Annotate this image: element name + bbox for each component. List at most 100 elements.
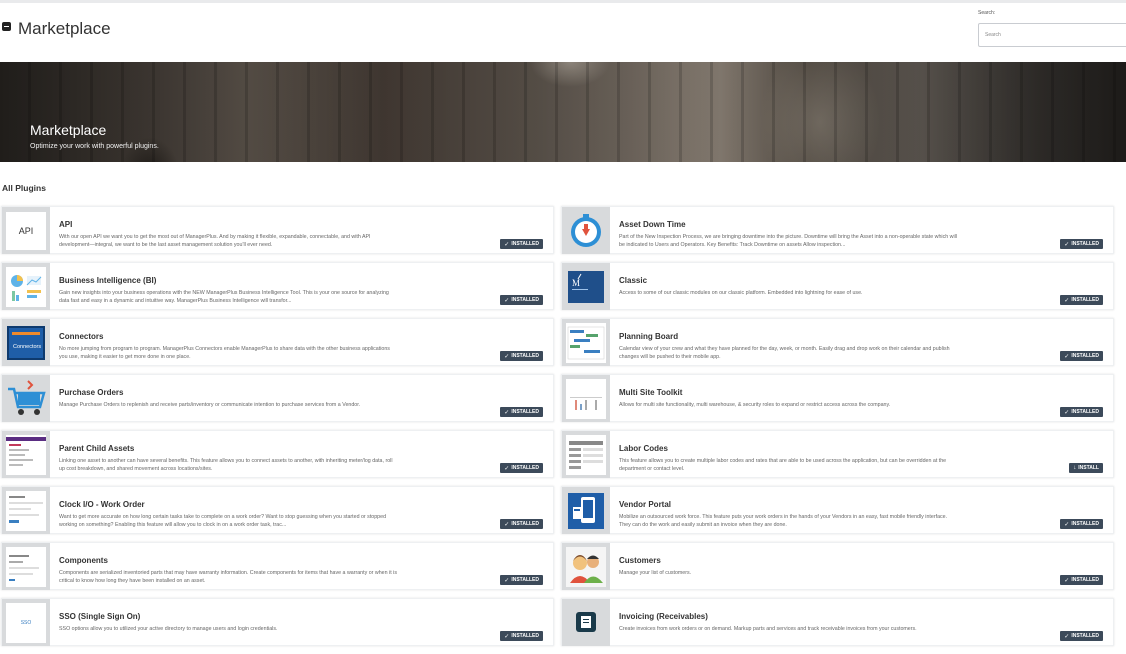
invoice-icon (562, 599, 610, 646)
status-label: INSTALLED (511, 521, 539, 527)
plugin-description: Calendar view of your crew and what they… (619, 346, 950, 360)
status-label: INSTALLED (1071, 577, 1099, 583)
plugin-card[interactable]: Asset Down Time Part of the New Inspectio… (561, 206, 1114, 254)
plugin-description: With our open API we want you to get the… (59, 234, 371, 248)
status-label: INSTALLED (1071, 409, 1099, 415)
installed-badge: ✓ INSTALLED (1060, 351, 1103, 361)
plugin-description: No more jumping from program to program.… (59, 346, 390, 360)
status-label: INSTALLED (1071, 297, 1099, 303)
plugin-name[interactable]: Connectors (59, 332, 103, 341)
status-label: INSTALLED (1071, 353, 1099, 359)
search-input[interactable] (978, 23, 1126, 47)
check-icon: ✓ (504, 241, 510, 248)
check-icon: ✓ (1064, 521, 1070, 528)
multi-site-icon (562, 375, 610, 422)
plugin-card[interactable]: Vendor Portal Mobilize an outsourced work… (561, 486, 1114, 534)
plugin-card[interactable]: Planning Board Calendar view of your crew… (561, 318, 1114, 366)
plugin-description: Allows for multi site functionality, mul… (619, 402, 891, 408)
plugin-name[interactable]: Planning Board (619, 332, 678, 341)
plugin-name[interactable]: Clock I/O - Work Order (59, 500, 145, 509)
check-icon: ✓ (504, 577, 510, 584)
check-icon: ✓ (504, 521, 510, 528)
install-button[interactable]: ↓ INSTALL (1069, 463, 1103, 473)
installed-badge: ✓ INSTALLED (500, 239, 543, 249)
svg-text:M: M (572, 278, 580, 288)
plugin-name[interactable]: Classic (619, 276, 647, 285)
plugin-card[interactable]: Customers Manage your list of customers. ✓… (561, 542, 1114, 590)
classic-logo-icon: M (562, 263, 610, 310)
customers-icon (562, 543, 610, 590)
plugin-name[interactable]: SSO (Single Sign On) (59, 612, 140, 621)
check-icon: ✓ (504, 297, 510, 304)
shopping-cart-icon (2, 375, 50, 422)
plugin-card[interactable]: API API With our open API we want you to g… (1, 206, 554, 254)
plugin-card[interactable]: SSO SSO (Single Sign On) SSO options allow… (1, 598, 554, 646)
components-icon (2, 543, 50, 590)
plugin-description: Components are serialized inventoried pa… (59, 570, 397, 584)
plugin-name[interactable]: Invoicing (Receivables) (619, 612, 708, 621)
plugin-description: Access to some of our classic modules on… (619, 290, 863, 296)
plugin-name[interactable]: API (59, 220, 72, 229)
plugin-name[interactable]: Asset Down Time (619, 220, 686, 229)
plugin-description: SSO options allow you to utilized your a… (59, 626, 278, 632)
status-label: INSTALLED (511, 241, 539, 247)
installed-badge: ✓ INSTALLED (500, 407, 543, 417)
check-icon: ✓ (1064, 633, 1070, 640)
plugin-card[interactable]: Clock I/O - Work Order Want to get more a… (1, 486, 554, 534)
hero-subtitle: Optimize your work with powerful plugins… (30, 143, 159, 150)
plugin-card[interactable]: Labor Codes This feature allows you to cr… (561, 430, 1114, 478)
plugin-card[interactable]: Multi Site Toolkit Allows for multi site … (561, 374, 1114, 422)
plugin-card[interactable]: Components Components are serialized inve… (1, 542, 554, 590)
search-label: Search: (978, 10, 996, 16)
menu-icon[interactable] (2, 22, 11, 31)
section-title: All Plugins (2, 183, 46, 193)
api-icon: API (2, 207, 50, 254)
plugin-card[interactable]: M Classic Access to some of our classic mo… (561, 262, 1114, 310)
connectors-icon: Connectors (2, 319, 50, 366)
plugin-card[interactable]: Business Intelligence (BI) Gain new insig… (1, 262, 554, 310)
hero-title: Marketplace (30, 122, 107, 138)
plugin-name[interactable]: Vendor Portal (619, 500, 671, 509)
plugin-description: Manage your list of customers. (619, 570, 692, 576)
plugin-description: Manage Purchase Orders to replenish and … (59, 402, 361, 408)
plugin-name[interactable]: Multi Site Toolkit (619, 388, 682, 397)
plugin-description: Linking one asset to another can have se… (59, 458, 393, 472)
plugin-card[interactable]: Parent Child Assets Linking one asset to … (1, 430, 554, 478)
plugin-description: Want to get more accurate on how long ce… (59, 514, 387, 528)
charts-icon (2, 263, 50, 310)
plugin-card[interactable]: Purchase Orders Manage Purchase Orders to… (1, 374, 554, 422)
status-label: INSTALLED (1071, 633, 1099, 639)
installed-badge: ✓ INSTALLED (1060, 295, 1103, 305)
plugin-name[interactable]: Labor Codes (619, 444, 668, 453)
status-label: INSTALLED (1071, 521, 1099, 527)
plugin-name[interactable]: Customers (619, 556, 661, 565)
plugin-description: Create invoices from work orders or on d… (619, 626, 917, 632)
installed-badge: ✓ INSTALLED (500, 351, 543, 361)
check-icon: ✓ (1064, 353, 1070, 360)
hero-banner: Marketplace Optimize your work with powe… (0, 62, 1126, 162)
vendor-portal-icon (562, 487, 610, 534)
check-icon: ✓ (504, 353, 510, 360)
installed-badge: ✓ INSTALLED (1060, 631, 1103, 641)
plugin-card[interactable]: Invoicing (Receivables) Create invoices f… (561, 598, 1114, 646)
status-label: INSTALLED (511, 633, 539, 639)
plugin-name[interactable]: Purchase Orders (59, 388, 123, 397)
plugin-description: Gain new insights into your business ope… (59, 290, 389, 304)
status-label: INSTALLED (511, 353, 539, 359)
installed-badge: ✓ INSTALLED (500, 575, 543, 585)
installed-badge: ✓ INSTALLED (500, 463, 543, 473)
plugin-name[interactable]: Parent Child Assets (59, 444, 134, 453)
status-label: INSTALLED (1071, 241, 1099, 247)
check-icon: ✓ (504, 409, 510, 416)
plugin-description: Mobilize an outsourced work force. This … (619, 514, 948, 528)
check-icon: ✓ (504, 633, 510, 640)
download-icon: ↓ (1073, 465, 1077, 471)
plugin-card[interactable]: Connectors Connectors No more jumping from… (1, 318, 554, 366)
status-label: INSTALLED (511, 465, 539, 471)
plugin-name[interactable]: Business Intelligence (BI) (59, 276, 156, 285)
plugin-name[interactable]: Components (59, 556, 108, 565)
installed-badge: ✓ INSTALLED (1060, 407, 1103, 417)
check-icon: ✓ (504, 465, 510, 472)
check-icon: ✓ (1064, 577, 1070, 584)
installed-badge: ✓ INSTALLED (500, 631, 543, 641)
